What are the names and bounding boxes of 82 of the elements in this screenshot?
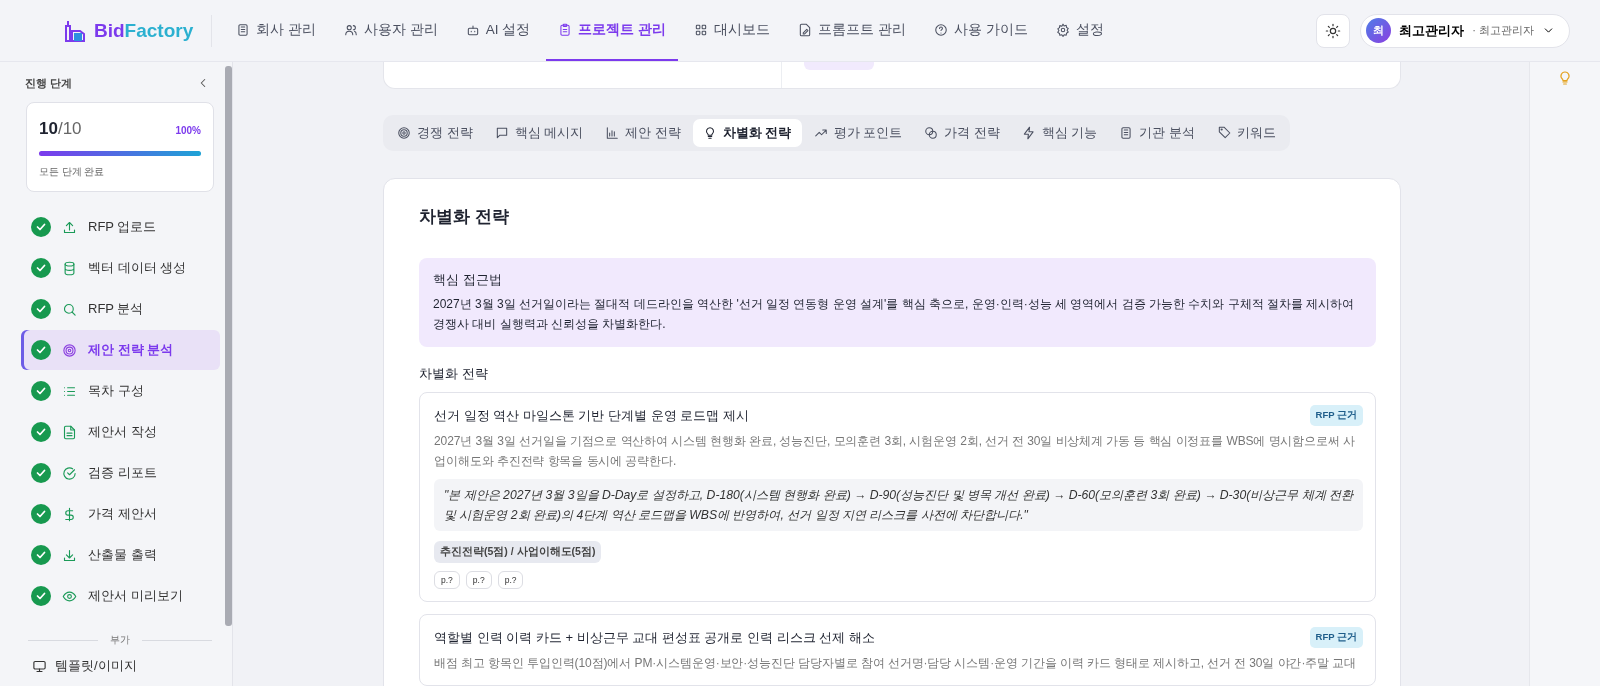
strategy-tab[interactable]: 핵심 기능 bbox=[1011, 119, 1108, 147]
strategy-tab[interactable]: 기관 분석 bbox=[1109, 119, 1205, 147]
strategy-description: 배점 최고 항목인 투입인력(10점)에서 PM·시스템운영·보안·성능진단 담당자별로 참여 선거명·담당 시스템·운영 기간을 이력 카드 형태로 제시하고, 선거 전 30일 야간·주말 교대 bbox=[434, 655, 1358, 672]
check-circle-icon bbox=[62, 465, 77, 481]
strategy-tab[interactable]: 경쟁 전략 bbox=[387, 119, 483, 147]
step-item[interactable]: RFP 분석 bbox=[21, 289, 220, 329]
rfp-badge: RFP 근거 bbox=[1309, 405, 1363, 426]
user-name: 최고관리자 bbox=[1399, 21, 1465, 40]
step-item[interactable]: 제안서 미리보기 bbox=[21, 576, 220, 616]
settings-icon bbox=[1055, 22, 1070, 37]
file-edit-icon bbox=[798, 22, 813, 37]
tag-icon bbox=[1217, 126, 1231, 140]
chat-bubble-icon bbox=[494, 126, 509, 140]
lightbulb-icon bbox=[1557, 70, 1573, 86]
nav-tab[interactable]: 대시보드 bbox=[682, 0, 783, 61]
section-label: 부가 bbox=[110, 634, 130, 647]
step-item[interactable]: 제안 전략 분석 bbox=[21, 330, 220, 370]
strategy-title: 선거 일정 역산 마일스톤 기반 단계별 운영 로드맵 제시 bbox=[434, 406, 749, 425]
nav-tab[interactable]: 프롬프트 관리 bbox=[786, 0, 918, 61]
theme-toggle-button[interactable] bbox=[1316, 13, 1351, 48]
avatar: 최 bbox=[1366, 18, 1392, 43]
scrollbar[interactable] bbox=[225, 66, 232, 626]
bar-chart-icon bbox=[605, 126, 620, 140]
clipboard-icon bbox=[558, 22, 573, 37]
step-item[interactable]: 제안서 작성 bbox=[21, 412, 220, 452]
logo-text: BidFactory bbox=[94, 19, 194, 42]
robot-icon bbox=[465, 22, 480, 37]
step-item[interactable]: RFP 업로드 bbox=[21, 207, 220, 247]
nav-tab[interactable]: 사용자 관리 bbox=[332, 0, 450, 61]
dollar-icon bbox=[62, 506, 77, 522]
building-icon bbox=[236, 22, 251, 37]
step-item[interactable]: 검증 리포트 bbox=[21, 453, 220, 493]
strategy-quote: "본 제안은 2027년 3월 3일을 D-Day로 설정하고, D-180(시스템 현행화 완료) → D-90(성능진단 및 병목 개선 완료) → D-60(모의훈련 3회 완료) → D-30(비상근무 체계 전환 및 시험운영 2회 완료)의 4단계 역산 로드맵을 WBS에 반영하여, 선거 일정 지연 리스크를 사전에 차단합니다." bbox=[434, 479, 1363, 531]
eye-icon bbox=[62, 588, 77, 604]
page-reference[interactable]: p.? bbox=[434, 571, 460, 589]
grid-icon bbox=[694, 22, 709, 37]
approach-title: 핵심 접근법 bbox=[433, 271, 503, 289]
strategy-description: 2027년 3월 3일 선거일을 기점으로 역산하여 시스템 현행화 완료, 성능진단, 모의훈련 3회, 시험운영 2회, 선거 전 30일 비상체계 가동 등 핵심 이정표를 WBS에 명시함으로써 사업이해도와 추진전략 항목을 동시에 공략한다. bbox=[434, 433, 1357, 470]
lightning-icon bbox=[1021, 126, 1036, 140]
document-icon bbox=[62, 424, 77, 440]
coins-icon bbox=[924, 126, 939, 140]
step-item[interactable]: 벡터 데이터 생성 bbox=[21, 248, 220, 288]
monitor-icon bbox=[32, 658, 47, 674]
progress-caption: 모든 단계 완료 bbox=[39, 166, 106, 179]
approach-text: 2027년 3월 3일 선거일이라는 절대적 데드라인을 역산한 '선거 일정 연동형 운영 설계'를 핵심 축으로, 운영·인력·성능 세 영역에서 검증 가능한 수치와 구체적 절차를 제시하여 경쟁사 대비 실행력과 신뢰성을 차별화한다. bbox=[433, 296, 1356, 333]
sun-icon bbox=[1325, 22, 1342, 39]
strategy-tab[interactable]: 제안 전략 bbox=[595, 119, 691, 147]
nav-tab[interactable]: 회사 관리 bbox=[224, 0, 328, 61]
page-reference[interactable]: p.? bbox=[497, 571, 524, 589]
strategy-tab[interactable]: 평가 포인트 bbox=[803, 119, 913, 147]
section-title: 차별화 전략 bbox=[419, 365, 489, 383]
upload-icon bbox=[62, 219, 77, 235]
score-tag: 추진전략(5점) / 사업이해도(5점) bbox=[434, 541, 602, 563]
nav-tab[interactable]: AI 설정 bbox=[453, 0, 543, 61]
strategy-title: 역할별 인력 이력 카드 + 비상근무 교대 편성표 공개로 인력 리스크 선제 해소 bbox=[434, 628, 875, 647]
help-icon bbox=[933, 22, 948, 37]
strategy-tab[interactable]: 키워드 bbox=[1207, 119, 1286, 147]
download-icon bbox=[62, 547, 77, 563]
progress-percent: 100% bbox=[175, 125, 201, 136]
building-icon bbox=[1119, 126, 1134, 140]
target-icon bbox=[62, 342, 77, 358]
step-item[interactable]: 목차 구성 bbox=[21, 371, 220, 411]
strategy-tab[interactable]: 핵심 메시지 bbox=[484, 119, 594, 147]
nav-tab[interactable]: 사용 가이드 bbox=[921, 0, 1040, 61]
strategy-tab[interactable]: 차별화 전략 bbox=[692, 119, 802, 147]
trend-up-icon bbox=[813, 126, 828, 140]
nav-tab[interactable]: 설정 bbox=[1043, 0, 1116, 61]
page-reference[interactable]: p.? bbox=[465, 571, 492, 589]
step-item[interactable]: 산출물 출력 bbox=[21, 535, 220, 575]
search-icon bbox=[62, 301, 77, 317]
users-icon bbox=[344, 22, 358, 37]
step-item[interactable]: 가격 제안서 bbox=[21, 494, 220, 534]
sidebar-title: 진행 단계 bbox=[25, 75, 73, 91]
rfp-badge: RFP 근거 bbox=[1309, 627, 1363, 648]
user-role: · 최고관리자 bbox=[1472, 23, 1534, 38]
extra-item[interactable]: 템플릿/이미지 bbox=[32, 657, 137, 675]
strategy-tab[interactable]: 가격 전략 bbox=[914, 119, 1010, 147]
card-title: 차별화 전략 bbox=[419, 206, 510, 228]
user-menu-button[interactable]: 최 최고관리자 · 최고관리자 bbox=[1360, 13, 1570, 48]
progress-count: 10/10 bbox=[39, 119, 82, 139]
database-icon bbox=[62, 260, 77, 276]
target-icon bbox=[397, 126, 411, 140]
